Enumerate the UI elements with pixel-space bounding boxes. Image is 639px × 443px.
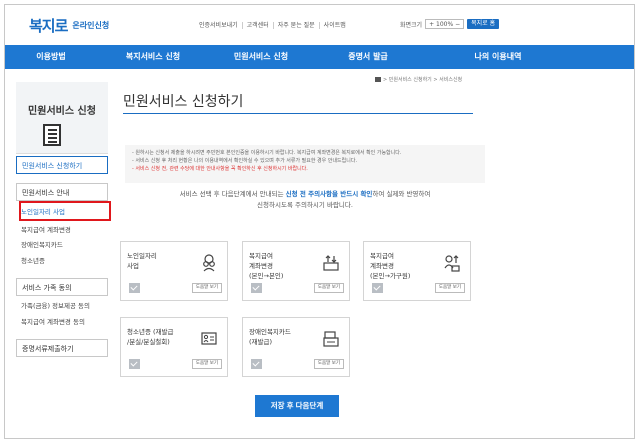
- select-checkbox[interactable]: [129, 283, 140, 293]
- highlight-box: [19, 201, 111, 221]
- guide-text-post: 하여 실제와 반영하여: [372, 190, 431, 198]
- card-label: 복지급여 계좌변경 (본인→본인): [249, 252, 284, 280]
- select-checkbox[interactable]: [372, 283, 383, 293]
- notice-line: - 원하시는 신청서 제출을 하시려면 주민번호 본인인증을 이용하시기 바랍니…: [132, 150, 402, 156]
- help-button[interactable]: 도움말 보기: [313, 283, 344, 293]
- util-link-faq[interactable]: 자주 묻는 질문: [274, 22, 320, 29]
- sidebar-item-apply[interactable]: 민원서비스 신청하기: [16, 156, 108, 174]
- glasses-person-icon: [203, 254, 215, 272]
- home-button[interactable]: 복지로 홈: [467, 19, 500, 29]
- select-checkbox[interactable]: [251, 283, 262, 293]
- utility-links: 인증서비보내기 고객센터 자주 묻는 질문 사이트맵: [195, 22, 350, 29]
- card-machine-icon: [323, 331, 339, 347]
- help-button[interactable]: 도움말 보기: [191, 359, 222, 369]
- app-window: 복지로 온라인신청 인증서비보내기 고객센터 자주 묻는 질문 사이트맵 화면크…: [4, 4, 635, 439]
- util-link-sitemap[interactable]: 사이트맵: [320, 22, 350, 29]
- help-button[interactable]: 도움말 보기: [313, 359, 344, 369]
- sidebar-sub-family-info[interactable]: 가족(금융) 정보제공 동의: [16, 300, 108, 312]
- nav-item-howto[interactable]: 이용방법: [5, 45, 97, 69]
- header: 복지로 온라인신청 인증서비보내기 고객센터 자주 묻는 질문 사이트맵 화면크…: [5, 5, 634, 45]
- help-button[interactable]: 도움말 보기: [191, 283, 222, 293]
- sidebar-sub-youth-card[interactable]: 청소년증: [16, 255, 108, 267]
- breadcrumb: > 민원서비스 신청하기 > 서비스신청: [375, 76, 462, 83]
- service-card-senior-job[interactable]: 노인일자리 사업 도움말 보기: [120, 241, 228, 301]
- main-nav: 이용방법 복지서비스 신청 민원서비스 신청 증명서 발급 나의 이용내역: [5, 45, 634, 69]
- sidebar-sub-account-change[interactable]: 복지급여 계좌변경: [16, 224, 108, 236]
- sidebar: 민원서비스 신청 민원서비스 신청하기 민원서비스 안내 노인일자리 사업 복지…: [16, 82, 108, 357]
- nav-item-history[interactable]: 나의 이용내역: [423, 45, 573, 69]
- zoom-label: 화면크기: [400, 21, 423, 29]
- title-divider: [123, 113, 473, 114]
- guide-text-line2: 신청하시도록 주의하시기 바랍니다.: [257, 201, 353, 209]
- service-card-account-self[interactable]: 복지급여 계좌변경 (본인→본인) 도움말 보기: [242, 241, 350, 301]
- util-link-support[interactable]: 고객센터: [243, 22, 274, 29]
- nav-item-civil[interactable]: 민원서비스 신청: [209, 45, 313, 69]
- save-next-button[interactable]: 저장 후 다음단계: [255, 395, 339, 417]
- guide-text-highlight: 신청 전 주의사항을 반드시 확인: [285, 190, 373, 198]
- service-card-youth-card[interactable]: 청소년증 (재발급 /분실/분실철회) 도움말 보기: [120, 317, 228, 377]
- page-title: 민원서비스 신청하기: [123, 94, 244, 110]
- card-label: 노인일자리 사업: [127, 252, 157, 270]
- sidebar-item-submit-docs[interactable]: 증명서류제출하기: [16, 339, 108, 357]
- notice-line: - 서비스 신청 후 처리 현황은 나의 이용내역에서 확인하실 수 있으며 추…: [132, 158, 358, 164]
- select-checkbox[interactable]: [251, 359, 262, 369]
- document-icon: [43, 124, 61, 146]
- guide-text-pre: 서비스 선택 후 다음단계에서 안내되는: [179, 190, 286, 198]
- guide-text: 서비스 선택 후 다음단계에서 안내되는 신청 전 주의사항을 반드시 확인하여…: [125, 189, 485, 211]
- card-label: 청소년증 (재발급 /분실/분실철회): [127, 328, 174, 346]
- sidebar-item-guide[interactable]: 민원서비스 안내: [16, 183, 108, 201]
- account-transfer-icon: [323, 255, 339, 271]
- zoom-stepper[interactable]: + 100% −: [425, 19, 465, 29]
- service-card-account-family[interactable]: 복지급여 계좌변경 (본인→가구원) 도움말 보기: [363, 241, 471, 301]
- id-card-icon: [201, 332, 217, 345]
- nav-item-welfare[interactable]: 복지서비스 신청: [97, 45, 209, 69]
- home-icon[interactable]: [375, 77, 381, 82]
- site-logo[interactable]: 복지로 온라인신청: [29, 15, 109, 36]
- notice-line-warning: - 서비스 신청 전, 관련 수당에 대한 안내사항을 꼭 확인하신 후 신청하…: [132, 166, 308, 172]
- zoom-control: 화면크기 + 100% − 복지로 홈: [400, 19, 500, 29]
- select-checkbox[interactable]: [129, 359, 140, 369]
- sidebar-sub-account-consent[interactable]: 복지급여 계좌변경 동의: [16, 316, 108, 328]
- sidebar-title: 민원서비스 신청: [28, 106, 96, 117]
- sidebar-header: 민원서비스 신청: [16, 82, 108, 154]
- breadcrumb-path: > 민원서비스 신청하기 > 서비스신청: [383, 77, 463, 83]
- sidebar-item-family-consent[interactable]: 서비스 가족 동의: [16, 278, 108, 296]
- help-button[interactable]: 도움말 보기: [434, 283, 465, 293]
- logo-subtitle: 온라인신청: [72, 21, 110, 30]
- family-transfer-icon: [444, 255, 460, 272]
- card-label: 복지급여 계좌변경 (본인→가구원): [370, 252, 411, 280]
- logo-wordmark: 복지로: [29, 17, 68, 35]
- sidebar-sub-disability-card[interactable]: 장애인복지카드: [16, 239, 108, 251]
- card-label: 장애인복지카드 (재발급): [249, 328, 291, 346]
- service-card-disability-card[interactable]: 장애인복지카드 (재발급) 도움말 보기: [242, 317, 350, 377]
- notice-box: - 원하시는 신청서 제출을 하시려면 주민번호 본인인증을 이용하시기 바랍니…: [125, 145, 485, 183]
- nav-item-certificate[interactable]: 증명서 발급: [313, 45, 423, 69]
- util-link-cert[interactable]: 인증서비보내기: [195, 22, 243, 29]
